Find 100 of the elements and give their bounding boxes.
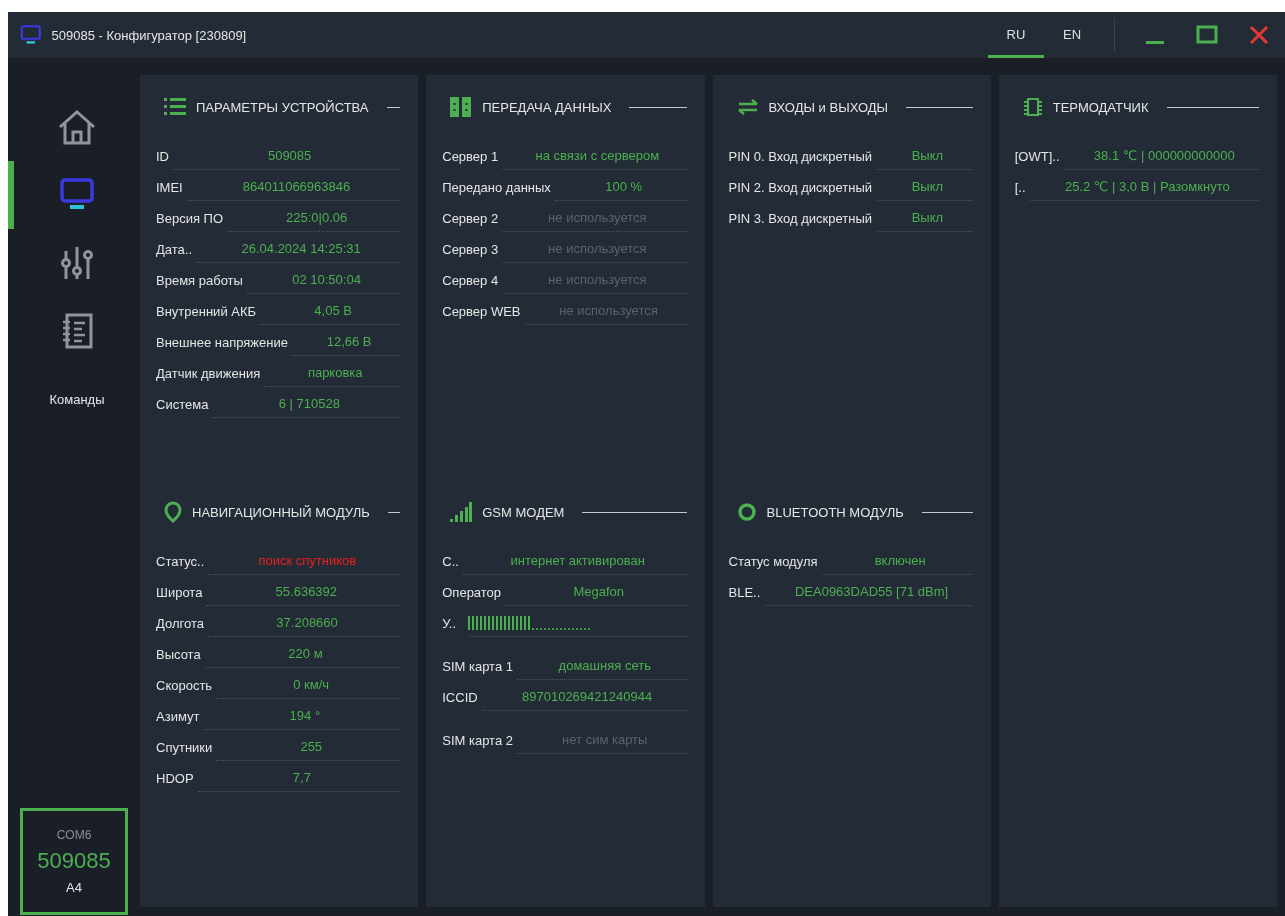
section-title: BLUETOOTH МОДУЛЬ [766, 504, 904, 520]
field-value: 194 ° [203, 708, 401, 730]
device-id: 509085 [37, 848, 111, 874]
field-value: интернет активирован [462, 553, 687, 575]
list-icon [164, 98, 186, 116]
field-label: Версия ПО [156, 211, 223, 228]
field-value: 12,66 В [291, 334, 401, 356]
field-label: SIM карта 2 [442, 733, 513, 750]
field-label: HDOP [156, 771, 194, 788]
app-monitor-icon [20, 24, 42, 46]
field-value: не используется [502, 241, 687, 263]
field-label: Внутренний АКБ [156, 304, 257, 321]
field-value: 864011066963846 [186, 179, 401, 201]
field-label: Сервер 1 [442, 149, 499, 166]
field-label: Статус.. [156, 554, 205, 571]
section-title: GSM МОДЕМ [482, 504, 565, 520]
field-label: PIN 2. Вход дискретный [728, 180, 873, 197]
field-value: 255 [216, 739, 401, 761]
field-value: 225:0|0.06 [227, 210, 401, 232]
field-label: IMEI [156, 180, 183, 197]
field-value: не используется [502, 272, 687, 294]
field-value: 100 % [554, 179, 687, 201]
field-value: 02 10:50:04 [246, 272, 401, 294]
home-icon [57, 108, 97, 146]
field-value: 37.208660 [207, 615, 401, 637]
field-label: SIM карта 1 [442, 659, 513, 676]
field-label: Сервер 2 [442, 211, 499, 228]
maximize-icon [1196, 25, 1218, 45]
field-label: PIN 3. Вход дискретный [728, 211, 873, 228]
ring-icon [736, 502, 757, 522]
field-value: Выкл [876, 179, 973, 201]
field-label: Датчик движения [156, 366, 261, 383]
field-value: не используется [502, 210, 687, 232]
device-model: A4 [66, 880, 82, 895]
minimize-icon [1146, 40, 1164, 44]
field-value: 4,05 В [260, 303, 401, 325]
field-value: 6 | 710528 [212, 396, 401, 418]
language-tab[interactable]: RU [988, 12, 1044, 58]
field-value: парковка [264, 365, 401, 387]
field-label: Спутники [156, 740, 213, 757]
sliders-icon [60, 245, 94, 281]
field-label: Высота [156, 647, 201, 664]
field-value: 7,7 [197, 770, 401, 792]
chip-icon [1022, 97, 1043, 117]
section-title: ВХОДЫ и ВЫХОДЫ [768, 99, 889, 115]
field-value: Выкл [876, 148, 973, 170]
field-label: Время работы [156, 273, 243, 290]
close-icon [1249, 25, 1269, 45]
field-label: [.. [1014, 180, 1026, 197]
field-label: ID [156, 149, 169, 166]
field-label: Скорость [156, 678, 213, 695]
field-label: Азимут [156, 709, 200, 726]
field-label: Долгота [156, 616, 204, 633]
field-value: не используется [524, 303, 687, 325]
port-label: COM6 [56, 828, 92, 842]
field-label: Сервер 3 [442, 242, 499, 259]
section-title: ПАРАМЕТРЫ УСТРОЙСТВА [196, 99, 369, 115]
field-label: Система [156, 397, 209, 414]
field-value: включен [821, 553, 973, 575]
language-tab[interactable]: EN [1044, 12, 1100, 58]
field-value: поиск спутников [208, 553, 401, 575]
field-label: BLE.. [728, 585, 761, 602]
location-pin-icon [164, 501, 182, 523]
field-label: С.. [442, 554, 459, 571]
field-value: 38.1 ℃ | 000000000000 [1063, 148, 1259, 170]
field-label: [OWT].. [1014, 149, 1060, 166]
field-value: на связи с сервером [502, 148, 687, 170]
field-value: Выкл [876, 210, 973, 232]
field-value: 897010269421240944 [481, 689, 687, 711]
field-value: 25.2 ℃ | 3,0 В | Разомкнуто [1029, 179, 1259, 201]
commands-nav-item[interactable]: Команды [8, 365, 140, 433]
field-value: 0 км/ч [216, 677, 401, 699]
signal-bars-icon [450, 502, 473, 522]
window-title: 509085 - Конфигуратор [230809] [51, 27, 248, 43]
field-label: PIN 0. Вход дискретный [728, 149, 873, 166]
field-value: 55.636392 [206, 584, 401, 606]
field-value: 26.04.2024 14:25:31 [196, 241, 401, 263]
field-label: Дата.. [156, 242, 192, 259]
field-label: Статус модуля [728, 554, 818, 571]
field-label: У.. [442, 616, 456, 633]
monitor-icon [59, 178, 95, 212]
section-title: ПЕРЕДАЧА ДАННЫХ [482, 99, 612, 115]
section-title: НАВИГАЦИОННЫЙ МОДУЛЬ [192, 504, 370, 520]
field-value: 220 м [204, 646, 401, 668]
field-label: Сервер WEB [442, 304, 521, 321]
field-value: нет сим карты [517, 732, 687, 754]
field-value: домашняя сеть [517, 658, 687, 680]
field-label: Сервер 4 [442, 273, 499, 290]
field-label: ICCID [442, 690, 478, 707]
notebook-icon [60, 312, 94, 350]
field-label: Внешнее напряжение [156, 335, 288, 352]
swap-arrows-icon [736, 99, 759, 115]
server-icon [450, 97, 473, 117]
field-label: Оператор [442, 585, 502, 602]
field-value: DEA0963DAD55 [71 dBm] [764, 584, 973, 606]
field-label: Широта [156, 585, 203, 602]
field-value: 509085 [173, 148, 401, 170]
field-value: Megafon [505, 584, 687, 606]
field-label: Передано данных [442, 180, 551, 197]
section-title: ТЕРМОДАТЧИК [1052, 99, 1149, 115]
